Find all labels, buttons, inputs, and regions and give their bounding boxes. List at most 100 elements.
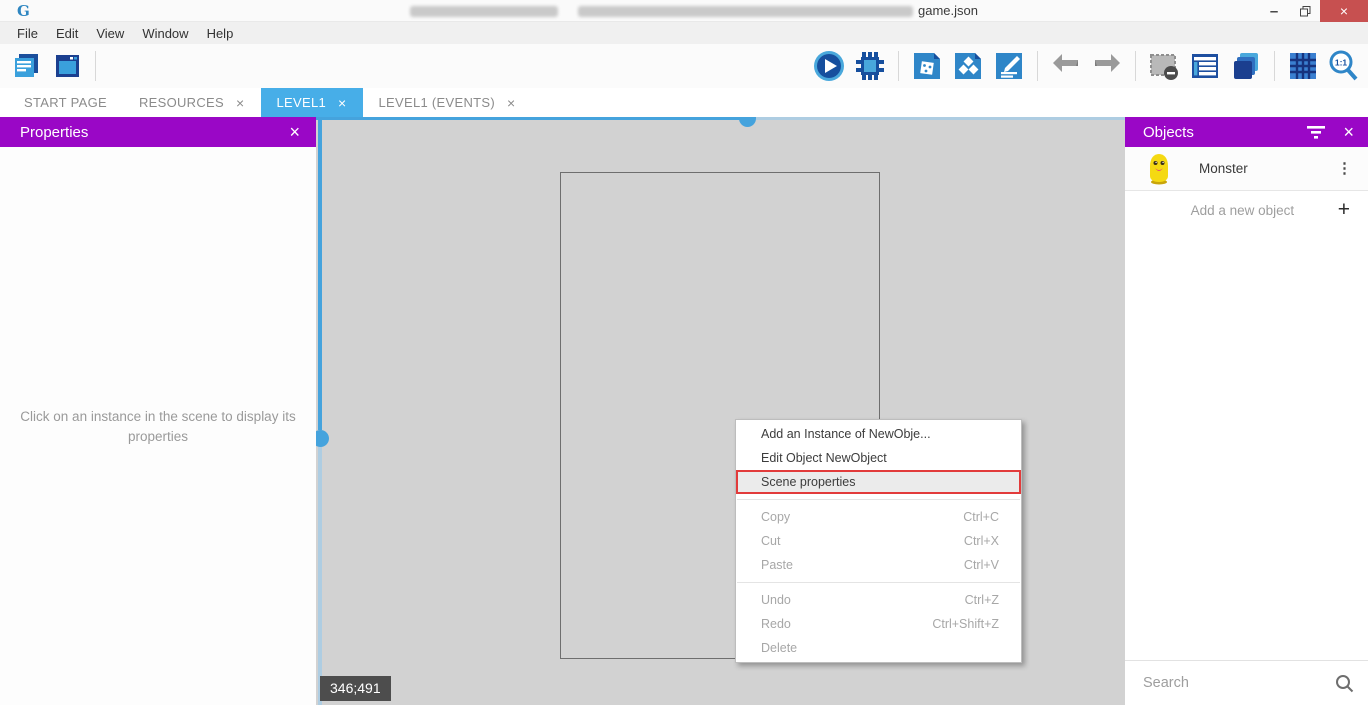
objects-filter-icon[interactable] — [1307, 125, 1325, 139]
objects-groups-icon[interactable] — [950, 48, 986, 84]
context-menu-item-paste[interactable]: Paste Ctrl+V — [736, 553, 1021, 577]
redo-icon[interactable] — [1089, 48, 1125, 84]
gdevelop-logo-icon: G — [17, 2, 30, 20]
window-title-filename: game.json — [918, 3, 978, 18]
menu-item-shortcut: Ctrl+C — [963, 510, 999, 524]
menu-item-shortcut: Ctrl+X — [964, 534, 999, 548]
context-menu-item-undo[interactable]: Undo Ctrl+Z — [736, 588, 1021, 612]
menu-item-label: Edit Object NewObject — [761, 451, 887, 465]
context-menu-item-copy[interactable]: Copy Ctrl+C — [736, 505, 1021, 529]
menu-window[interactable]: Window — [133, 26, 197, 41]
tab-level1-events[interactable]: LEVEL1 (EVENTS) × — [363, 88, 532, 117]
zoom-label: 1:1 — [1335, 58, 1348, 68]
canvas-top-scrollbar-track[interactable] — [756, 117, 1125, 120]
add-object-row[interactable]: Add a new object + — [1125, 191, 1368, 229]
menu-item-label: Add an Instance of NewObje... — [761, 427, 931, 441]
tab-resources[interactable]: RESOURCES × — [123, 88, 261, 117]
redacted-title-text — [410, 6, 558, 17]
instances-list-icon[interactable] — [1187, 48, 1223, 84]
tab-label: LEVEL1 (EVENTS) — [379, 95, 496, 110]
toolbar-separator — [95, 51, 96, 81]
tab-close-icon[interactable]: × — [236, 95, 244, 111]
canvas-left-scrollbar[interactable] — [318, 117, 322, 430]
redo-arrow-glyph — [1091, 50, 1123, 82]
objects-search-input[interactable] — [1143, 675, 1335, 691]
tab-close-icon[interactable]: × — [338, 95, 346, 111]
menu-item-label: Delete — [761, 641, 797, 655]
object-list-item-monster[interactable]: Monster ⋮ — [1125, 147, 1368, 191]
canvas-left-scrollbar-track[interactable] — [318, 447, 322, 705]
mask-glyph — [1148, 50, 1180, 82]
toolbar-separator — [1135, 51, 1136, 81]
render-mask-icon[interactable] — [1146, 48, 1182, 84]
debug-icon[interactable] — [852, 48, 888, 84]
menu-item-shortcut: Ctrl+Z — [965, 593, 999, 607]
objects-editor-glyph — [911, 50, 943, 82]
project-manager-glyph — [52, 51, 82, 81]
menu-item-shortcut: Ctrl+V — [964, 558, 999, 572]
tab-label: START PAGE — [24, 95, 107, 110]
close-button[interactable]: × — [1320, 0, 1368, 22]
menu-view[interactable]: View — [87, 26, 133, 41]
properties-panel: Properties × Click on an instance in the… — [0, 117, 316, 705]
context-menu-item-cut[interactable]: Cut Ctrl+X — [736, 529, 1021, 553]
menu-item-label: Undo — [761, 593, 791, 607]
menu-item-label: Redo — [761, 617, 791, 631]
edit-scene-icon[interactable] — [991, 48, 1027, 84]
zoom-1-1-icon[interactable]: 1:1 — [1326, 48, 1362, 84]
tab-close-icon[interactable]: × — [507, 95, 515, 111]
add-object-plus-icon[interactable]: + — [1338, 198, 1350, 222]
undo-icon[interactable] — [1048, 48, 1084, 84]
start-page-glyph — [11, 51, 41, 81]
properties-panel-title: Properties — [20, 124, 88, 141]
grid-icon[interactable] — [1285, 48, 1321, 84]
search-icon[interactable] — [1335, 674, 1354, 693]
menu-edit[interactable]: Edit — [47, 26, 87, 41]
start-page-icon[interactable] — [8, 48, 44, 84]
tab-level1[interactable]: LEVEL1 × — [261, 88, 363, 117]
menu-item-shortcut: Ctrl+Shift+Z — [932, 617, 999, 631]
gdevelop-window: G game.json – × File Edit View Window He… — [0, 0, 1368, 705]
menu-file[interactable]: File — [8, 26, 47, 41]
context-menu-item-edit-object[interactable]: Edit Object NewObject — [736, 446, 1021, 470]
debug-glyph — [854, 50, 886, 82]
context-menu-item-add-instance[interactable]: Add an Instance of NewObje... — [736, 422, 1021, 446]
objects-editor-icon[interactable] — [909, 48, 945, 84]
object-menu-kebab-icon[interactable]: ⋮ — [1337, 162, 1352, 176]
context-menu-item-scene-properties[interactable]: Scene properties — [736, 470, 1021, 494]
edit-pencil-glyph — [993, 50, 1025, 82]
menu-item-label: Cut — [761, 534, 780, 548]
toolbar: 1:1 — [0, 44, 1368, 88]
layers-glyph — [1230, 50, 1262, 82]
title-bar: G game.json – × — [0, 0, 1368, 22]
toolbar-separator — [1274, 51, 1275, 81]
project-manager-icon[interactable] — [49, 48, 85, 84]
menu-bar: File Edit View Window Help — [0, 22, 1368, 44]
canvas-top-scrollbar-handle[interactable] — [739, 117, 756, 127]
canvas-left-scrollbar-handle[interactable] — [316, 430, 329, 447]
redacted-path-text — [578, 6, 913, 17]
restore-icon — [1300, 6, 1311, 17]
context-menu-item-redo[interactable]: Redo Ctrl+Shift+Z — [736, 612, 1021, 636]
filter-glyph — [1307, 125, 1325, 139]
play-glyph — [812, 49, 846, 83]
minimize-button[interactable]: – — [1258, 0, 1290, 22]
menu-help[interactable]: Help — [198, 26, 243, 41]
scene-context-menu: Add an Instance of NewObje... Edit Objec… — [735, 419, 1022, 663]
restore-button[interactable] — [1290, 0, 1320, 22]
add-object-label: Add a new object — [1147, 203, 1338, 218]
objects-panel-title: Objects — [1143, 124, 1194, 141]
tab-label: RESOURCES — [139, 95, 224, 110]
context-menu-item-delete[interactable]: Delete — [736, 636, 1021, 660]
objects-close-icon[interactable]: × — [1343, 122, 1354, 143]
properties-panel-header: Properties × — [0, 117, 316, 147]
zoom-glyph: 1:1 — [1327, 49, 1361, 83]
canvas-top-scrollbar[interactable] — [316, 117, 740, 120]
layers-icon[interactable] — [1228, 48, 1264, 84]
properties-close-icon[interactable]: × — [289, 122, 300, 143]
tab-start-page[interactable]: START PAGE — [8, 88, 123, 117]
preview-play-icon[interactable] — [811, 48, 847, 84]
cursor-coordinates-badge: 346;491 — [320, 676, 391, 701]
menu-item-label: Scene properties — [761, 475, 856, 489]
toolbar-separator — [898, 51, 899, 81]
